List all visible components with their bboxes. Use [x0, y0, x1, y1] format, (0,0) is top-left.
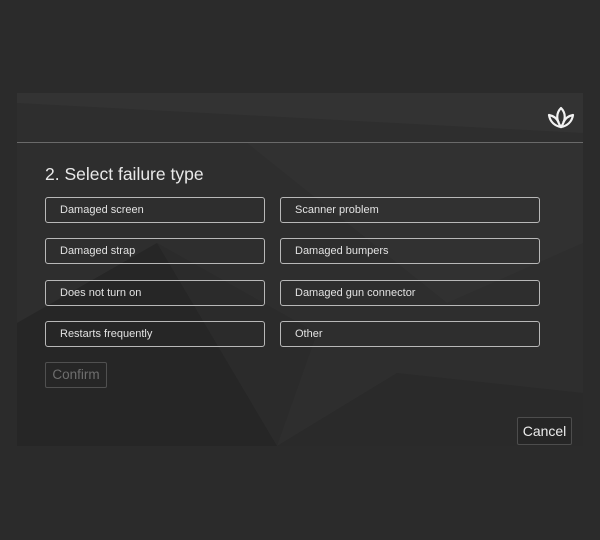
option-damaged-screen[interactable]: Damaged screen: [45, 197, 265, 223]
option-restarts-frequently[interactable]: Restarts frequently: [45, 321, 265, 347]
confirm-button[interactable]: Confirm: [45, 362, 107, 388]
cancel-button[interactable]: Cancel: [517, 417, 572, 445]
failure-type-dialog: 2. Select failure type Damaged screen Sc…: [17, 93, 583, 446]
option-damaged-bumpers[interactable]: Damaged bumpers: [280, 238, 540, 264]
option-does-not-turn-on[interactable]: Does not turn on: [45, 280, 265, 306]
lotus-icon: [546, 103, 576, 133]
page-title: 2. Select failure type: [45, 164, 204, 184]
option-scanner-problem[interactable]: Scanner problem: [280, 197, 540, 223]
option-other[interactable]: Other: [280, 321, 540, 347]
option-damaged-gun-connector[interactable]: Damaged gun connector: [280, 280, 540, 306]
background-pattern: [17, 93, 583, 446]
option-damaged-strap[interactable]: Damaged strap: [45, 238, 265, 264]
header-divider: [17, 142, 583, 143]
